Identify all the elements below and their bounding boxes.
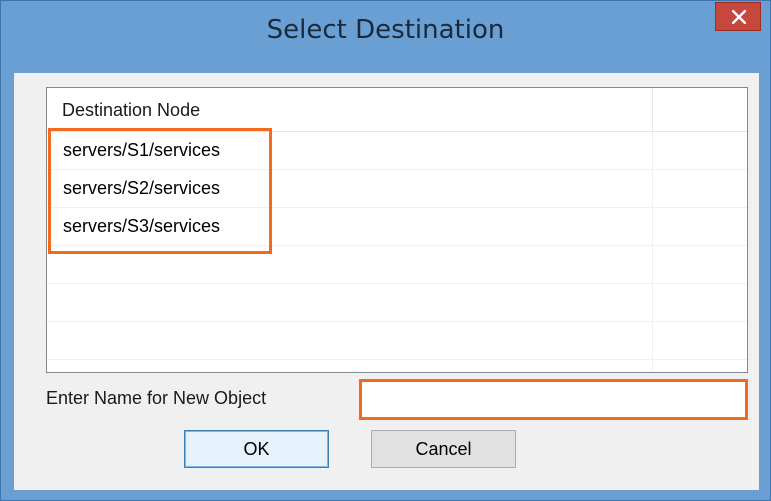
close-button[interactable] bbox=[715, 2, 761, 31]
list-item-empty bbox=[47, 246, 747, 284]
new-object-name-label: Enter Name for New Object bbox=[46, 388, 267, 408]
select-destination-dialog: Select Destination Destination Node serv… bbox=[0, 0, 771, 501]
dialog-client-area: Destination Node servers/S1/services ser… bbox=[14, 73, 759, 490]
column-gridline bbox=[652, 132, 653, 372]
close-icon bbox=[732, 10, 746, 24]
ok-button[interactable]: OK bbox=[184, 430, 329, 468]
new-object-name-input[interactable] bbox=[359, 379, 748, 420]
list-item[interactable]: servers/S3/services bbox=[47, 208, 747, 246]
list-item[interactable]: servers/S1/services bbox=[47, 132, 747, 170]
title-bar[interactable]: Select Destination bbox=[1, 1, 770, 73]
list-header[interactable]: Destination Node bbox=[47, 88, 747, 132]
list-item-label: servers/S1/services bbox=[63, 140, 221, 160]
column-divider[interactable] bbox=[652, 88, 653, 131]
list-item-empty bbox=[47, 322, 747, 360]
dialog-title: Select Destination bbox=[266, 15, 505, 45]
column-header-destination-node[interactable]: Destination Node bbox=[62, 100, 200, 121]
list-item-label: servers/S3/services bbox=[63, 216, 221, 236]
cancel-button[interactable]: Cancel bbox=[371, 430, 516, 468]
list-item-label: servers/S2/services bbox=[63, 178, 221, 198]
list-item-empty bbox=[47, 284, 747, 322]
destination-list[interactable]: Destination Node servers/S1/services ser… bbox=[46, 87, 748, 373]
list-item[interactable]: servers/S2/services bbox=[47, 170, 747, 208]
